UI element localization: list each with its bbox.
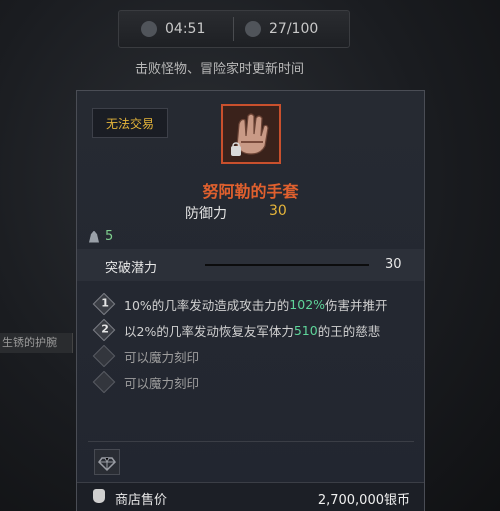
break-potential-value: 30 [385, 257, 402, 272]
option-number-icon: 2 [92, 319, 116, 341]
item-level: 5 [89, 229, 113, 244]
option-number-icon: 1 [92, 293, 116, 315]
option-4: 可以魔力刻印 [88, 371, 414, 393]
break-potential-row: 突破潜力 30 [77, 249, 424, 281]
gem-icon[interactable] [94, 449, 120, 475]
money-bag-icon [93, 489, 105, 503]
count-segment: 27/100 [245, 19, 318, 39]
price-label: 商店售价 [115, 493, 168, 508]
stat-value: 30 [269, 203, 287, 219]
option-list: 1 10%的几率发动造成攻击力的 102% 伤害并推开 2 以2%的几率发动恢复友军… [88, 289, 414, 442]
price-value: 2,700,000银币 [317, 493, 410, 508]
option-1: 1 10%的几率发动造成攻击力的 102% 伤害并推开 [88, 293, 414, 315]
trade-status-badge: 无法交易 [92, 108, 168, 138]
timer-bar: 04:51 27/100 [118, 10, 350, 48]
weight-icon [89, 230, 99, 243]
count-value: 27/100 [269, 21, 319, 37]
item-name: 努阿勒的手套 [202, 182, 299, 201]
option-2: 2 以2%的几率发动恢复友军体力 510 的王的慈悲 [88, 319, 414, 341]
empty-slot-icon [92, 345, 116, 367]
timer-subtitle: 击败怪物、冒险家时更新时间 [135, 62, 305, 77]
break-potential-label: 突破潜力 [105, 261, 158, 276]
option-3: 可以魔力刻印 [88, 345, 414, 367]
divider [233, 17, 234, 41]
background-item-label[interactable]: 生锈的护腕 [0, 333, 73, 353]
item-tooltip: 无法交易 努阿勒的手套 防御力 30 5 突破潜力 30 1 10%的几率发动造… [76, 90, 425, 511]
item-level-value: 5 [105, 229, 114, 244]
person-icon [245, 21, 261, 37]
clock-icon [141, 21, 157, 37]
stat-label: 防御力 [185, 206, 227, 222]
gauntlet-icon [221, 104, 281, 164]
price-bar: 商店售价 2,700,000银币 [77, 482, 424, 511]
timer-value: 04:51 [165, 21, 206, 37]
empty-slot-icon [92, 371, 116, 393]
break-potential-bar [205, 264, 369, 266]
timer-segment: 04:51 [141, 19, 205, 39]
